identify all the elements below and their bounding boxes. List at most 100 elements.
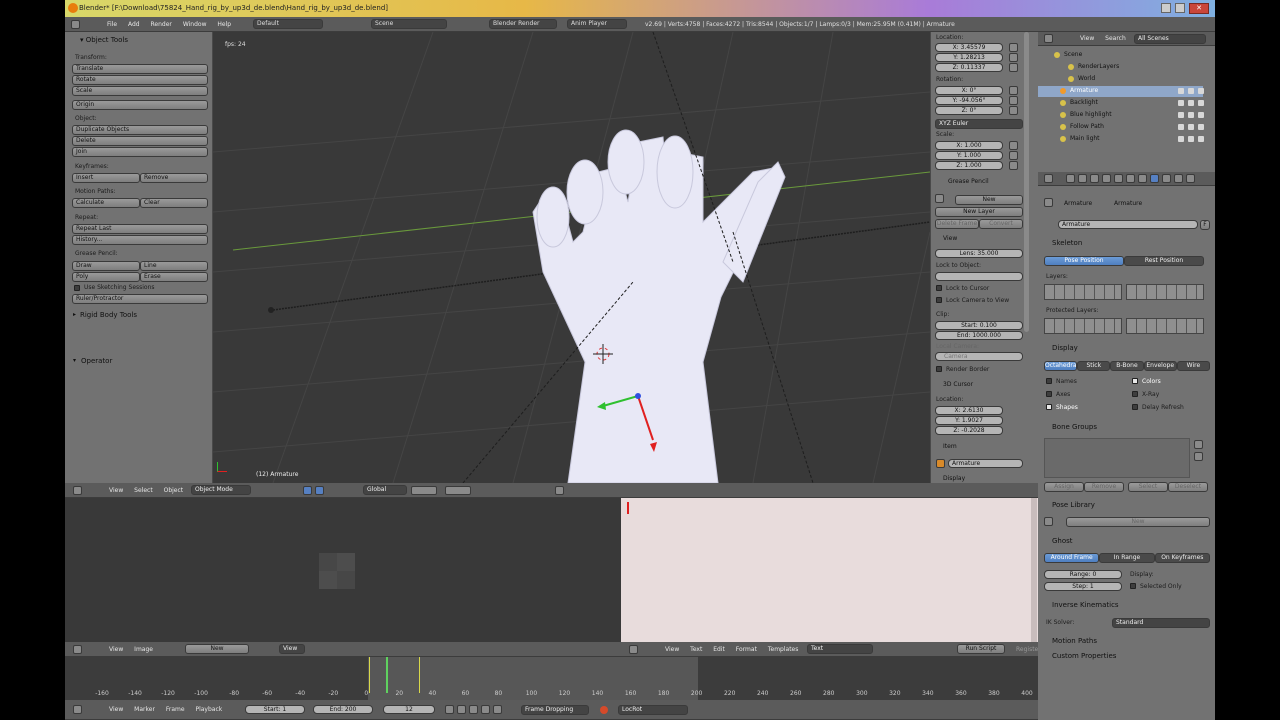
translate-button[interactable]: Translate xyxy=(72,64,208,74)
convert-button[interactable]: Convert xyxy=(979,219,1023,229)
render-icon[interactable] xyxy=(1198,100,1204,106)
rotate-button[interactable]: Rotate xyxy=(72,75,208,85)
join-button[interactable]: Join xyxy=(72,147,208,157)
text-menu-edit[interactable]: Edit xyxy=(713,646,725,653)
scale-z-field[interactable]: Z: 1.000 xyxy=(935,161,1003,170)
ruler-protractor-button[interactable]: Ruler/Protractor xyxy=(72,294,208,304)
outliner-row[interactable]: Backlight xyxy=(1038,98,1204,109)
world-tab-icon[interactable] xyxy=(1102,174,1111,183)
layers-grid[interactable] xyxy=(1044,284,1122,300)
ghost-panel[interactable]: Ghost xyxy=(1052,537,1073,545)
outliner-editor-icon[interactable] xyxy=(1044,34,1053,43)
cursor-icon[interactable] xyxy=(1188,112,1194,118)
operator-panel[interactable]: Operator xyxy=(81,357,112,365)
armature-datablock-field[interactable]: Armature xyxy=(1058,220,1198,229)
lock-location-x-icon[interactable] xyxy=(1009,43,1018,52)
image-view-select[interactable]: View xyxy=(279,644,305,654)
use-sketching-checkbox[interactable] xyxy=(74,285,80,291)
new-grease-pencil-button[interactable]: New xyxy=(955,195,1023,205)
clip-end-field[interactable]: End: 1000.000 xyxy=(935,331,1023,340)
ghost-range-field[interactable]: Range: 0 xyxy=(1044,570,1122,579)
object-tools-title[interactable]: ▾ Object Tools xyxy=(80,36,128,44)
ghost-mode-button[interactable]: In Range xyxy=(1099,553,1155,563)
text-menu-templates[interactable]: Templates xyxy=(768,646,799,653)
delete-frame-button[interactable]: Delete Frame xyxy=(935,219,979,229)
lock-location-z-icon[interactable] xyxy=(1009,63,1018,72)
lock-rotation-x-icon[interactable] xyxy=(1009,86,1018,95)
rest-position-button[interactable]: Rest Position xyxy=(1124,256,1204,266)
modifiers-tab-icon[interactable] xyxy=(1138,174,1147,183)
render-tab-icon[interactable] xyxy=(1066,174,1075,183)
translate-manipulator-icon[interactable] xyxy=(315,486,324,495)
layout-selector[interactable]: Default xyxy=(253,19,323,29)
colors-checkbox[interactable] xyxy=(1132,378,1138,384)
render-icon[interactable] xyxy=(1198,88,1204,94)
object-mode-select[interactable]: Object Mode xyxy=(191,485,251,495)
timeline[interactable]: -160 -140 -120 -100 -80 -60 -40 -20 0 20 40 60 80 100… xyxy=(65,657,1038,700)
close-button[interactable]: ✕ xyxy=(1189,3,1209,14)
menu-select[interactable]: Select xyxy=(134,487,153,494)
lock-to-cursor-checkbox[interactable] xyxy=(936,285,942,291)
text-editor[interactable] xyxy=(621,498,1038,642)
render-engine-select[interactable]: Blender Render xyxy=(489,19,557,29)
display-panel[interactable]: Display xyxy=(943,475,965,482)
lock-scale-x-icon[interactable] xyxy=(1009,141,1018,150)
eye-icon[interactable] xyxy=(1178,112,1184,118)
fake-user-button[interactable]: F xyxy=(1200,220,1210,230)
3d-cursor-panel[interactable]: 3D Cursor xyxy=(943,381,973,388)
transform-orientation-select[interactable]: Global xyxy=(363,485,407,495)
names-checkbox[interactable] xyxy=(1046,378,1052,384)
anim-player-button[interactable]: Anim Player xyxy=(567,19,627,29)
cursor-icon[interactable] xyxy=(1188,124,1194,130)
ik-solver-select[interactable]: Standard xyxy=(1112,618,1210,628)
timeline-editor-icon[interactable] xyxy=(73,705,82,714)
register-label[interactable]: Register xyxy=(1016,646,1041,653)
cursor-icon[interactable] xyxy=(1188,136,1194,142)
prev-key-icon[interactable] xyxy=(457,705,466,714)
outliner-row[interactable]: Armature xyxy=(1038,86,1204,97)
deselect-button[interactable]: Deselect xyxy=(1168,482,1208,492)
duplicate-objects-button[interactable]: Duplicate Objects xyxy=(72,125,208,135)
info-editor-icon[interactable] xyxy=(71,20,80,29)
poly-button[interactable]: Poly xyxy=(72,272,140,282)
maximize-button[interactable] xyxy=(1175,3,1185,13)
local-camera-field[interactable]: Camera xyxy=(935,352,1023,361)
pin-icon[interactable] xyxy=(1044,198,1053,207)
lock-rotation-z-icon[interactable] xyxy=(1009,106,1018,115)
timeline-menu-view[interactable]: View xyxy=(109,706,123,713)
menu-object[interactable]: Object xyxy=(164,487,184,494)
3d-viewport[interactable]: fps: 24 (12) Armature xyxy=(213,32,930,483)
item-name-field[interactable]: Armature xyxy=(948,459,1023,468)
protected-layers-grid[interactable] xyxy=(1044,318,1122,334)
outliner-row[interactable]: Scene xyxy=(1038,50,1203,61)
outliner-filter-select[interactable]: All Scenes xyxy=(1134,34,1206,44)
remove-keyframe-button[interactable]: Remove xyxy=(140,173,208,183)
cursor-z-field[interactable]: Z: -0.2028 xyxy=(935,426,1003,435)
rotation-y-field[interactable]: Y: -94.056° xyxy=(935,96,1003,105)
menu-help[interactable]: Help xyxy=(217,21,231,28)
skeleton-panel[interactable]: Skeleton xyxy=(1052,239,1082,247)
lens-field[interactable]: Lens: 35.000 xyxy=(935,249,1023,258)
constraints-tab-icon[interactable] xyxy=(1126,174,1135,183)
delay-refresh-checkbox[interactable] xyxy=(1132,404,1138,410)
select-button[interactable]: Select xyxy=(1128,482,1168,492)
layers-grid-2[interactable] xyxy=(1126,284,1204,300)
cursor-icon[interactable] xyxy=(1188,88,1194,94)
physics-tab-icon[interactable] xyxy=(1186,174,1195,183)
menu-file[interactable]: File xyxy=(107,21,117,28)
location-y-field[interactable]: Y: 1.28213 xyxy=(935,53,1003,62)
next-key-icon[interactable] xyxy=(481,705,490,714)
grease-pencil-panel[interactable]: Grease Pencil xyxy=(948,178,989,185)
rotation-mode-select[interactable]: XYZ Euler xyxy=(935,119,1023,129)
scale-button[interactable]: Scale xyxy=(72,86,208,96)
keying-set-select[interactable]: LocRot xyxy=(618,705,688,715)
item-panel[interactable]: Item xyxy=(943,443,957,450)
draw-button[interactable]: Draw xyxy=(72,261,140,271)
location-z-field[interactable]: Z: 0.11337 xyxy=(935,63,1003,72)
pose-library-panel[interactable]: Pose Library xyxy=(1052,501,1095,509)
display-type-button[interactable]: Wire xyxy=(1176,361,1210,371)
render-icon[interactable] xyxy=(1198,136,1204,142)
record-icon[interactable] xyxy=(600,706,608,714)
jump-start-icon[interactable] xyxy=(445,705,454,714)
inverse-kinematics-panel[interactable]: Inverse Kinematics xyxy=(1052,601,1119,609)
